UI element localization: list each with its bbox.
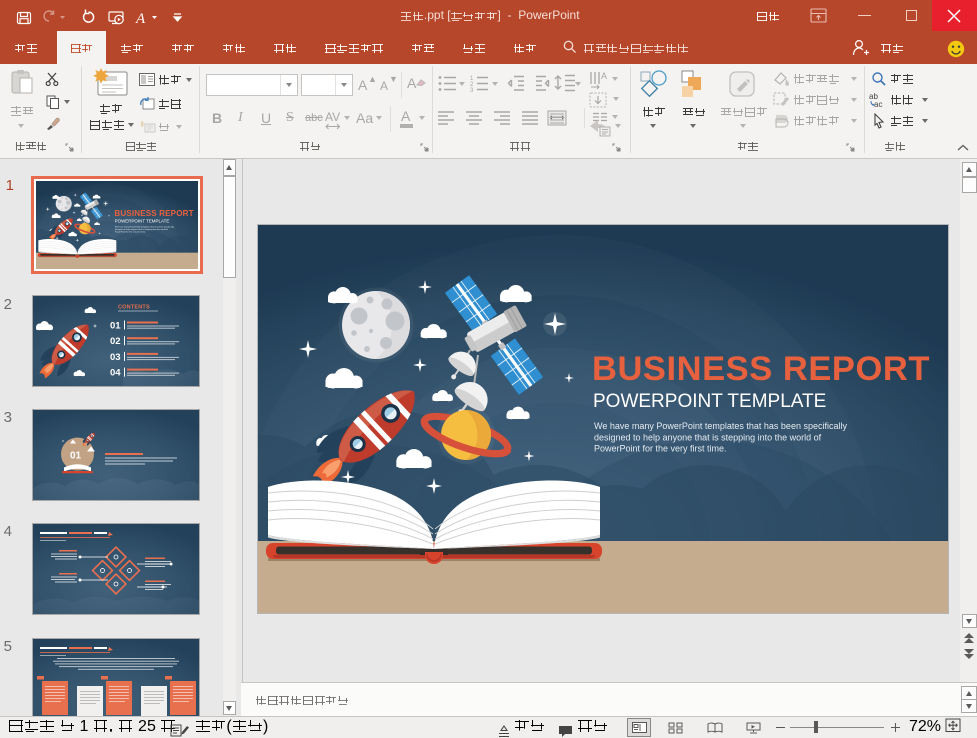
svg-text:ac: ac [874,100,882,108]
svg-text:BUSINESS REPORT: BUSINESS REPORT [592,350,930,388]
svg-text:A: A [135,11,146,27]
svg-text:designed to help anyone that i: designed to help anyone that is stepping… [594,433,822,443]
svg-text:We have many PowerPoint templa: We have many PowerPoint templates that h… [594,421,847,431]
svg-text:A: A [601,71,607,81]
svg-text:POWERPOINT TEMPLATE: POWERPOINT TEMPLATE [593,391,826,412]
svg-text:PowerPoint for the very first: PowerPoint for the very first time. [594,444,727,454]
svg-text:3: 3 [470,88,474,94]
